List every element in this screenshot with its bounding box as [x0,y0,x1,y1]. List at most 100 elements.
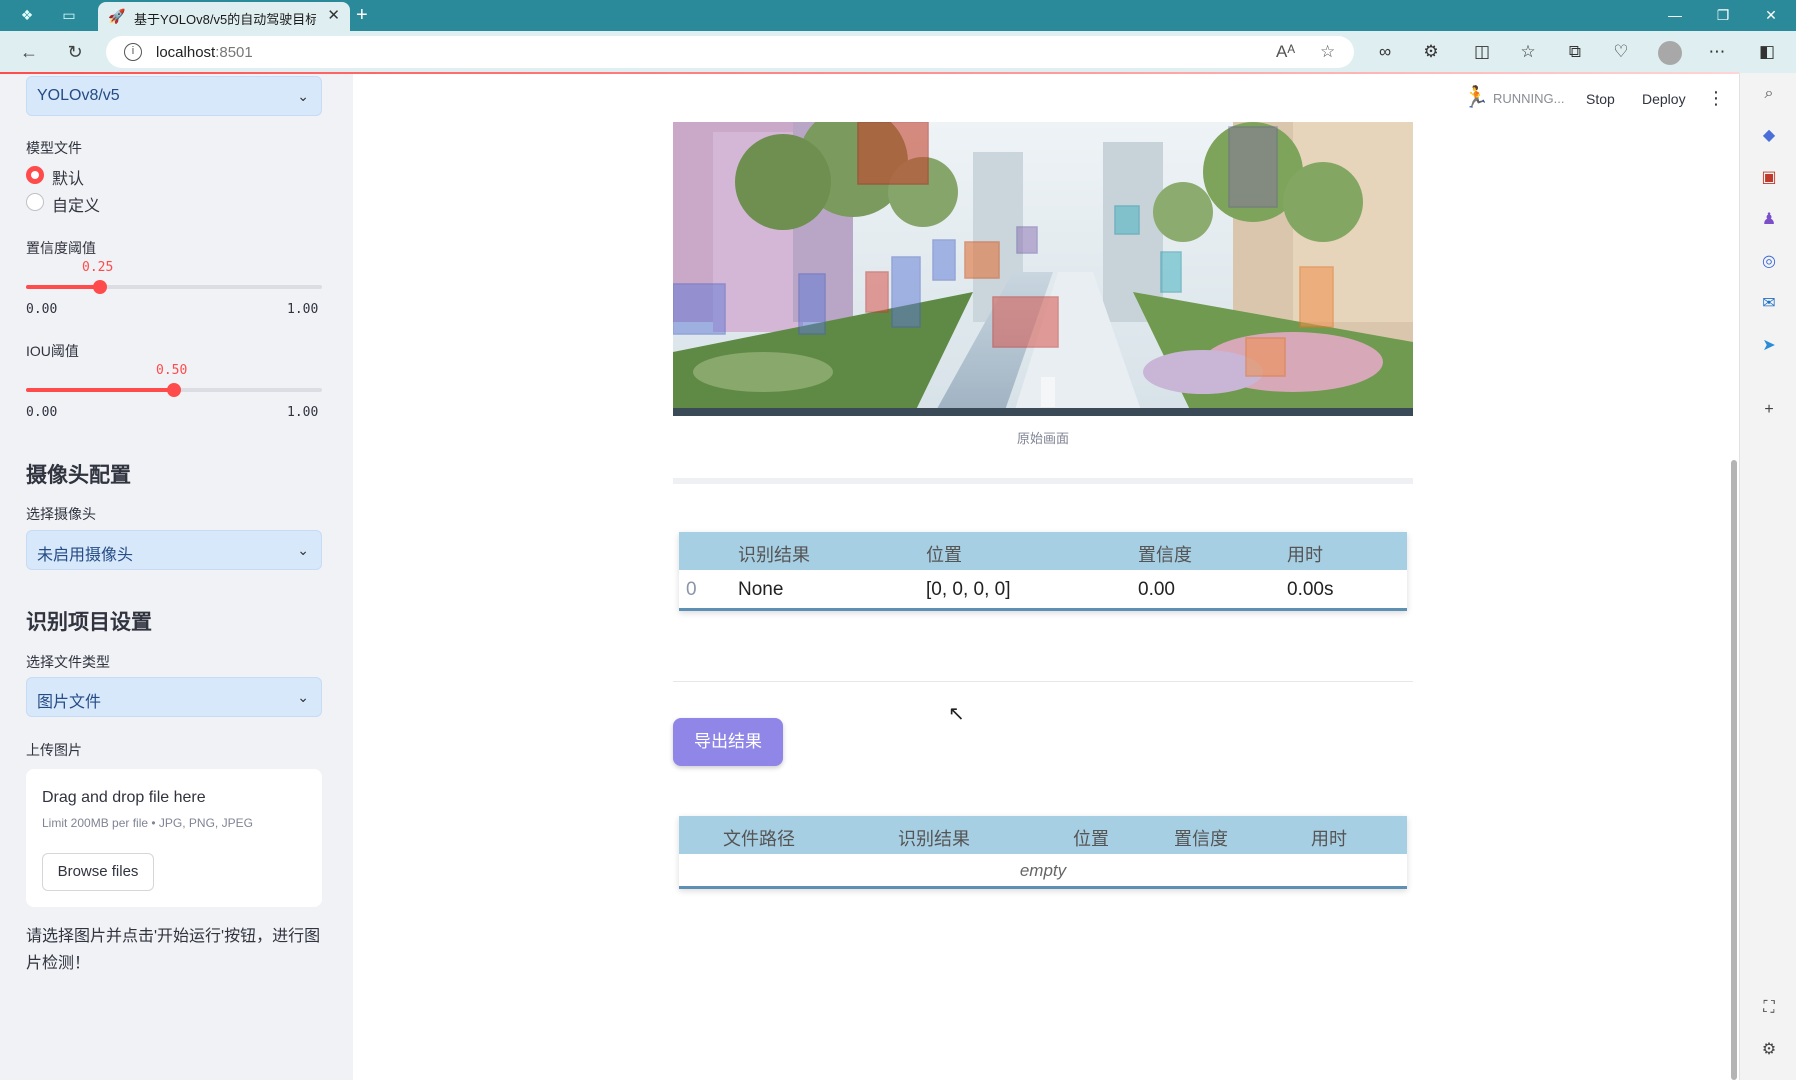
address-bar[interactable]: i localhost:8501 Aᴬ ☆ [106,36,1354,68]
col-result: 识别结果 [738,545,810,565]
confidence-value: 0.25 [82,260,114,275]
main-menu-icon[interactable]: ⋮ [1707,88,1725,108]
radio-selected-icon [26,166,44,184]
add-icon[interactable]: + [1758,399,1780,421]
games-icon[interactable]: ♟ [1758,209,1780,231]
split-screen-icon[interactable]: ◫ [1471,41,1493,63]
workspaces-icon[interactable]: ❖ [18,6,36,24]
confidence-min: 0.00 [26,302,58,317]
favorite-star-icon[interactable]: ☆ [1320,42,1335,62]
profile-avatar[interactable] [1658,41,1682,65]
favorites-icon[interactable]: ☆ [1517,41,1539,63]
col-confidence: 置信度 [1174,829,1228,849]
browser-tab[interactable]: 🚀 基于YOLOv8/v5的自动驾驶目标检测系统 ✕ [98,2,350,31]
result-table: 识别结果 位置 置信度 用时 0 None [0, 0, 0, 0] 0.00 … [679,532,1407,611]
project-heading: 识别项目设置 [26,611,152,634]
close-tab-icon[interactable]: ✕ [327,7,340,25]
copilot-infinity-icon[interactable]: ∞ [1374,41,1396,63]
row-result: None [738,579,784,600]
model-select[interactable]: YOLOv8/v5 ⌄ [26,76,322,116]
instruction-text: 请选择图片并点击'开始运行'按钮，进行图片检测！ [26,928,321,972]
row-position: [0, 0, 0, 0] [926,579,1011,600]
refresh-icon[interactable]: ↻ [64,41,86,63]
confidence-slider-fill [26,285,100,289]
iou-min: 0.00 [26,405,58,420]
street-scene-image [673,122,1413,416]
page-scrollbar[interactable] [1731,460,1737,1080]
confidence-max: 1.00 [287,302,319,317]
tab-actions-icon[interactable]: ▭ [60,6,78,24]
camera-heading: 摄像头配置 [26,464,131,487]
mouse-cursor-icon: ↖ [948,703,965,725]
more-options-icon[interactable]: ⋯ [1706,41,1728,63]
iou-slider-thumb[interactable] [167,383,181,397]
chevron-down-icon: ⌄ [297,689,309,705]
camera-select-label: 选择摄像头 [26,506,96,522]
export-results-button[interactable]: 导出结果 [673,718,783,766]
read-aloud-icon[interactable]: Aᴬ [1276,42,1295,62]
iou-max: 1.00 [287,405,319,420]
camera-select[interactable]: 未启用摄像头 ⌄ [26,530,322,570]
divider [673,681,1413,682]
col-result: 识别结果 [898,829,970,849]
image-caption: 原始画面 [1016,431,1069,446]
browser-essentials-icon[interactable]: ♡ [1610,41,1632,63]
file-uploader-dropzone[interactable]: Drag and drop file here Limit 200MB per … [26,769,322,907]
history-table-header: 文件路径 识别结果 位置 置信度 用时 [679,816,1407,854]
table-bottom-border [679,886,1407,889]
iou-label: IOU阈值 [26,343,79,359]
col-position: 位置 [926,545,962,565]
outlook-icon[interactable]: ✉ [1758,293,1780,315]
empty-placeholder: empty [1019,861,1067,880]
col-confidence: 置信度 [1138,545,1192,565]
model-select-value: YOLOv8/v5 [37,87,120,104]
settings-gear-icon[interactable]: ⚙ [1758,1039,1780,1061]
row-confidence: 0.00 [1138,579,1175,600]
collections-icon[interactable]: ⧉ [1564,41,1586,63]
chevron-down-icon: ⌄ [297,542,309,558]
edge-sidebar: ⌕ ◆ ▣ ♟ ◎ ✉ ➤ + ⛶ ⚙ [1739,73,1796,1080]
search-icon[interactable]: ⌕ [1758,83,1780,105]
browser-titlebar: ❖ ▭ 🚀 基于YOLOv8/v5的自动驾驶目标检测系统 ✕ + — ❐ ✕ [0,0,1796,31]
deploy-button[interactable]: Deploy [1642,91,1686,107]
col-file-path: 文件路径 [723,829,795,849]
row-index: 0 [686,579,697,600]
restore-icon[interactable]: ❐ [1711,4,1735,26]
sidebar-toggle-icon[interactable]: ◧ [1756,41,1778,63]
screenshot-icon[interactable]: ⛶ [1758,997,1780,1019]
file-type-value: 图片文件 [37,694,102,711]
new-tab-icon[interactable]: + [356,4,368,26]
radio-default-label: 默认 [52,171,85,188]
rocket-icon: 🚀 [108,8,126,24]
toolbox-icon[interactable]: ▣ [1758,167,1780,189]
iou-value: 0.50 [156,363,188,378]
divider [673,478,1413,484]
table-bottom-border [679,608,1407,611]
browse-files-button[interactable]: Browse files [42,853,154,891]
col-time: 用时 [1311,829,1347,849]
site-info-icon[interactable]: i [124,43,142,61]
minimize-icon[interactable]: — [1663,4,1687,26]
send-icon[interactable]: ➤ [1758,335,1780,357]
browser-toolbar: ← ↻ i localhost:8501 Aᴬ ☆ ∞ ⚙ ◫ ☆ ⧉ ♡ ⋯ … [0,31,1796,73]
status-text: RUNNING... [1493,91,1565,106]
running-person-icon: 🏃 [1463,86,1490,109]
confidence-slider[interactable] [26,280,322,294]
upload-label: 上传图片 [26,742,82,758]
close-window-icon[interactable]: ✕ [1759,4,1783,26]
original-image [673,122,1413,416]
extensions-icon[interactable]: ⚙ [1420,41,1442,63]
stop-button[interactable]: Stop [1586,91,1615,107]
radio-unselected-icon [26,193,44,211]
model-file-label: 模型文件 [26,140,82,156]
confidence-slider-thumb[interactable] [93,280,107,294]
file-type-select[interactable]: 图片文件 ⌄ [26,677,322,717]
camera-select-value: 未启用摄像头 [37,547,134,564]
uploader-title: Drag and drop file here [42,789,206,806]
back-icon[interactable]: ← [18,41,40,63]
tag-icon[interactable]: ◆ [1758,125,1780,147]
iou-slider[interactable] [26,383,322,397]
office-icon[interactable]: ◎ [1758,251,1780,273]
col-time: 用时 [1287,545,1323,565]
confidence-label: 置信度阈值 [26,240,96,256]
